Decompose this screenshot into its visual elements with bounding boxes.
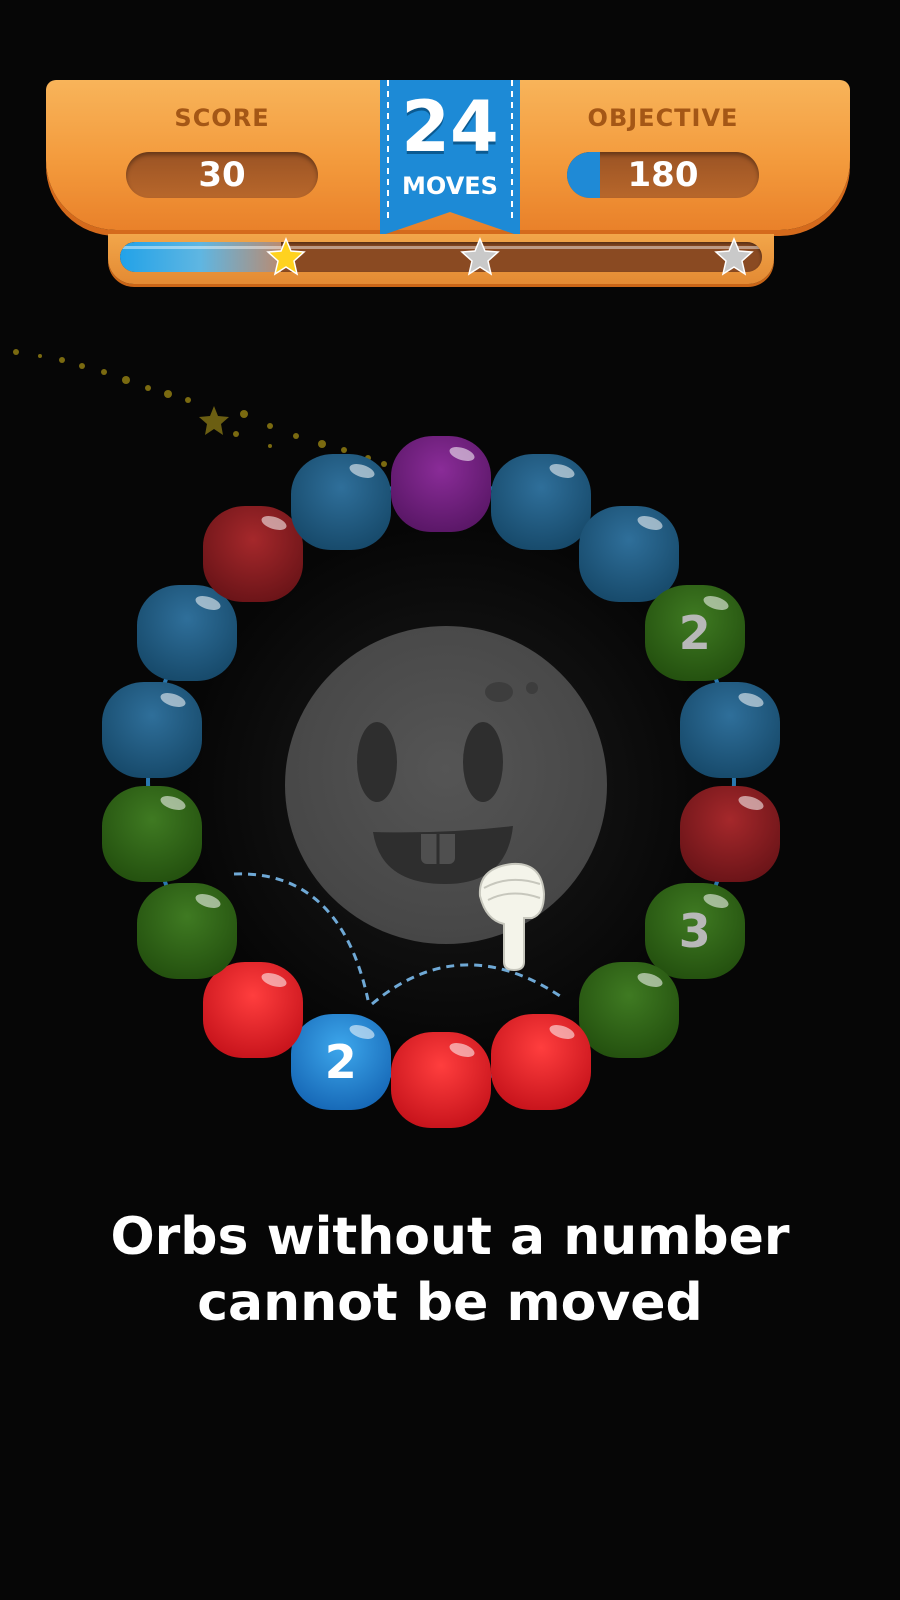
tutorial-line-2: cannot be moved [197, 1273, 703, 1333]
orb-green-dim [579, 962, 680, 1059]
orb-shine [259, 970, 288, 990]
orb-shine [194, 592, 223, 613]
orb-blue-dim [679, 682, 780, 779]
orb-shine [636, 970, 665, 990]
orb-blue-numbered[interactable]: 2 [290, 1014, 391, 1111]
orb-number: 2 [678, 606, 711, 660]
tutorial-message: Orbs without a number cannot be moved [60, 1204, 840, 1336]
orb-shine [159, 690, 188, 710]
orb-shine [547, 1021, 577, 1042]
orb-shine [259, 513, 288, 533]
tutorial-line-1: Orbs without a number [110, 1207, 790, 1267]
orb-red-dim [202, 505, 303, 602]
orb-shine [547, 461, 577, 482]
orb-blue-dim [137, 585, 238, 681]
orb-number: 3 [678, 904, 711, 958]
orb-shine [636, 513, 665, 533]
orb-red [202, 962, 303, 1059]
pointing-hand-icon [478, 862, 546, 972]
orb-green-dim-numbered[interactable]: 3 [644, 883, 745, 979]
game-screen: SCORE 30 OBJECTIVE 180 24 MOVES 2 3 2 Or… [0, 0, 900, 1600]
orb-purple [391, 436, 491, 532]
orb-red-dim [679, 785, 780, 882]
orb-blue-dim [491, 453, 592, 550]
orb-shine [347, 461, 376, 482]
orb-shine [159, 793, 188, 813]
orb-shine [736, 690, 765, 710]
orb-shine [447, 1039, 477, 1060]
orb-shine [194, 890, 223, 911]
orb-green-dim [137, 883, 238, 979]
orb-green-dim [102, 785, 203, 882]
orb-blue-dim [290, 453, 391, 550]
orb-number: 2 [324, 1035, 357, 1090]
orb-green-dim-numbered[interactable]: 2 [644, 585, 745, 681]
orb-shine [736, 793, 765, 813]
orb-red [391, 1032, 491, 1128]
orb-shine [447, 443, 477, 464]
orb-ring: 2 3 2 [0, 0, 900, 1600]
orb-red [491, 1014, 592, 1111]
orb-blue-dim [102, 682, 203, 779]
